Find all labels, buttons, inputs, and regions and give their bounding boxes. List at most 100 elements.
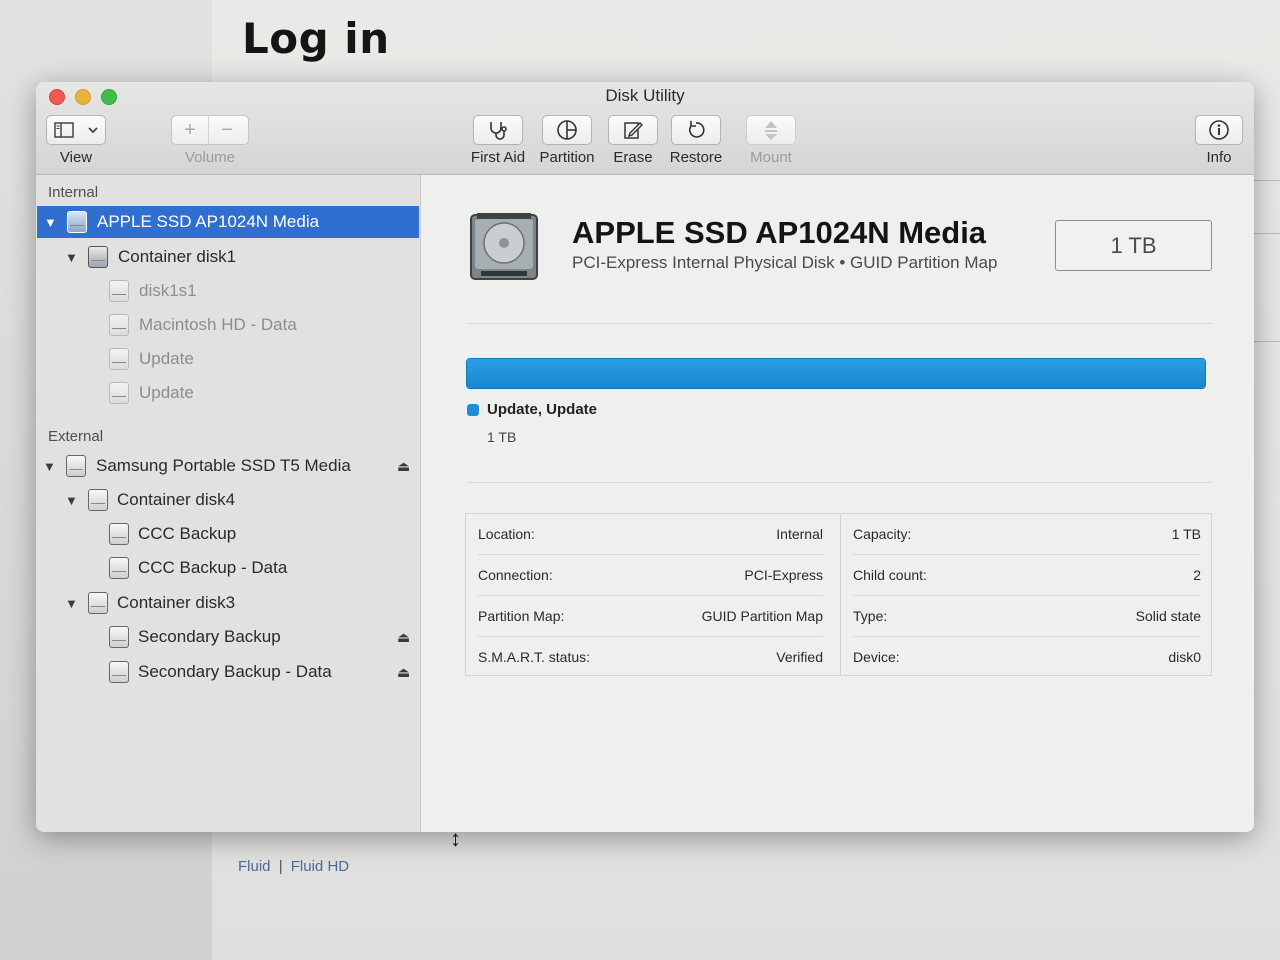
container-icon <box>88 246 108 268</box>
info-key: Location: <box>478 526 535 542</box>
volume-icon <box>109 280 129 302</box>
usage-bar-fill <box>467 359 1205 388</box>
section-external: External <box>48 428 104 445</box>
sidebar-item-update-1[interactable]: Update <box>36 343 420 375</box>
info-key: Device: <box>853 649 900 665</box>
first-aid-button[interactable] <box>473 115 523 145</box>
sidebar-item-container-disk1[interactable]: ▼ Container disk1 <box>36 241 420 273</box>
disk-name: APPLE SSD AP1024N Media <box>572 215 987 250</box>
footer-link-fluid-hd[interactable]: Fluid HD <box>291 858 349 875</box>
pencil-icon <box>624 122 643 139</box>
partition-button[interactable] <box>542 115 592 145</box>
sidebar-item-label: disk1s1 <box>139 281 197 300</box>
restore-label: Restore <box>669 149 723 166</box>
sidebar-item-label: Container disk4 <box>117 490 236 509</box>
sidebar-item-label: Macintosh HD - Data <box>139 315 297 334</box>
info-key: Connection: <box>478 567 553 583</box>
info-icon <box>1209 120 1229 140</box>
info-value: Solid state <box>1135 608 1201 624</box>
eject-icon[interactable]: ⏏ <box>397 458 410 475</box>
sidebar-item-ccc-backup-data[interactable]: CCC Backup - Data <box>36 552 420 584</box>
volume-icon <box>109 557 129 579</box>
info-button[interactable] <box>1195 115 1243 145</box>
hard-drive-icon <box>470 213 538 280</box>
disclosure-triangle-icon[interactable]: ▼ <box>65 250 78 265</box>
chevron-down-icon <box>87 127 98 134</box>
stethoscope-icon <box>490 122 507 140</box>
section-internal: Internal <box>48 184 99 201</box>
disclosure-triangle-icon[interactable]: ▼ <box>43 459 56 474</box>
titlebar-toolbar: Disk Utility View + − Volume First Aid P… <box>36 82 1254 175</box>
remove-volume-icon[interactable]: − <box>208 116 245 144</box>
add-volume-icon[interactable]: + <box>172 116 208 144</box>
sidebar-item-secondary-backup-data[interactable]: Secondary Backup - Data ⏏ <box>36 656 420 688</box>
erase-button[interactable] <box>608 115 658 145</box>
usage-bar <box>466 358 1206 389</box>
volume-segmented-control: + − <box>171 115 249 145</box>
usage-legend-name: Update, Update <box>487 401 598 418</box>
volume-icon <box>109 626 129 648</box>
info-value: Verified <box>776 649 823 665</box>
info-row-device: Device: disk0 <box>853 636 1201 677</box>
sidebar-item-apple-ssd[interactable]: ▼ APPLE SSD AP1024N Media <box>37 206 419 238</box>
sidebar-item-container-disk3[interactable]: ▼ Container disk3 <box>36 587 420 619</box>
eject-icon[interactable]: ⏏ <box>397 664 410 681</box>
volume-icon <box>109 348 129 370</box>
partition-label: Partition <box>539 149 595 166</box>
eject-icon[interactable]: ⏏ <box>397 629 410 646</box>
disclosure-triangle-icon[interactable]: ▼ <box>65 493 78 508</box>
sidebar-item-disk1s1[interactable]: disk1s1 <box>36 275 420 307</box>
sidebar-item-label: Secondary Backup <box>138 627 281 646</box>
background-lines <box>1250 180 1280 342</box>
disk-utility-window: Disk Utility View + − Volume First Aid P… <box>36 82 1254 832</box>
sidebar-item-container-disk4[interactable]: ▼ Container disk4 <box>36 484 420 516</box>
external-disk-icon <box>66 455 86 477</box>
info-column-left: Location: Internal Connection: PCI-Expre… <box>466 514 835 675</box>
sidebar-item-ccc-backup[interactable]: CCC Backup <box>36 518 420 550</box>
sidebar-item-secondary-backup[interactable]: Secondary Backup ⏏ <box>36 621 420 653</box>
footer-link-fluid[interactable]: Fluid <box>238 858 271 875</box>
volume-icon <box>109 661 129 683</box>
disclosure-triangle-icon[interactable]: ▼ <box>44 215 57 230</box>
info-row-child-count: Child count: 2 <box>853 554 1201 595</box>
sidebar-icon <box>53 122 74 138</box>
sidebar-item-label: Samsung Portable SSD T5 Media <box>96 456 351 475</box>
background-footer: Fluid | Fluid HD <box>238 858 349 875</box>
info-value: GUID Partition Map <box>701 608 823 624</box>
mount-icon <box>765 121 777 140</box>
sidebar-item-samsung-t5[interactable]: ▼ Samsung Portable SSD T5 Media ⏏ <box>36 450 420 482</box>
disclosure-triangle-icon[interactable]: ▼ <box>65 596 78 611</box>
first-aid-label: First Aid <box>470 149 526 166</box>
resize-cursor-icon: ↕ <box>450 826 461 851</box>
view-button[interactable] <box>46 115 106 145</box>
mount-button[interactable] <box>746 115 796 145</box>
info-key: Partition Map: <box>478 608 565 624</box>
volume-icon <box>109 523 129 545</box>
sidebar-item-update-2[interactable]: Update <box>36 377 420 409</box>
sidebar-item-label: Secondary Backup - Data <box>138 662 332 681</box>
pie-chart-icon <box>557 120 577 140</box>
info-value: Internal <box>776 526 823 542</box>
disk-subtitle: PCI-Express Internal Physical Disk • GUI… <box>572 253 998 272</box>
restore-button[interactable] <box>671 115 721 145</box>
sidebar-item-macintosh-hd-data[interactable]: Macintosh HD - Data <box>36 309 420 341</box>
sidebar-item-label: Container disk3 <box>117 593 236 612</box>
info-value: 1 TB <box>1171 526 1201 542</box>
container-icon <box>88 592 108 614</box>
info-value: PCI-Express <box>744 567 823 583</box>
info-row-connection: Connection: PCI-Express <box>478 554 823 595</box>
info-value: 2 <box>1193 567 1201 583</box>
restore-arrow-icon <box>688 121 705 138</box>
window-title: Disk Utility <box>605 86 685 105</box>
sidebar-item-label: CCC Backup - Data <box>138 558 288 577</box>
sidebar-item-label: Update <box>139 349 194 368</box>
volume-icon <box>109 314 129 336</box>
sidebar-item-label: CCC Backup <box>138 524 237 543</box>
mount-label: Mount <box>750 149 792 166</box>
detail-pane: APPLE SSD AP1024N Media PCI-Express Inte… <box>421 175 1254 832</box>
volume-label: Volume <box>184 149 236 166</box>
usage-legend-swatch <box>467 404 479 416</box>
container-icon <box>88 489 108 511</box>
sidebar-item-label: Container disk1 <box>118 247 237 266</box>
info-label: Info <box>1206 149 1232 166</box>
